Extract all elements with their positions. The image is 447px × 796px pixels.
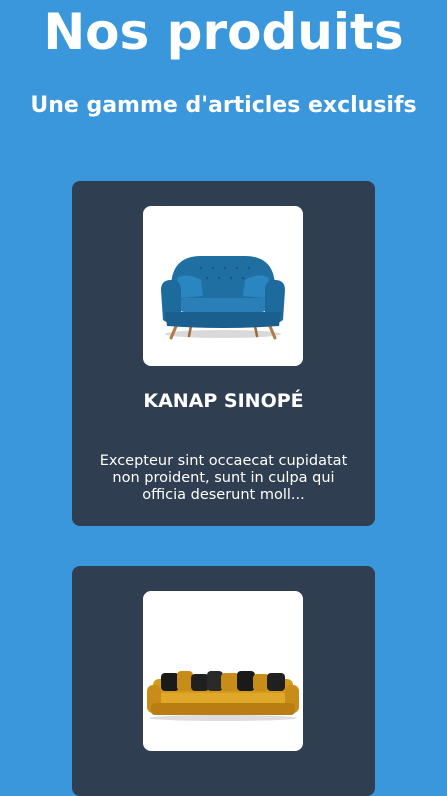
product-image[interactable] (143, 591, 303, 751)
yellow-sofa-image (147, 671, 299, 721)
product-description: Excepteur sint occaecat cupidatat non pr… (99, 453, 348, 503)
product-card[interactable]: KANAP SINOPÉ Excepteur sint occaecat cup… (72, 181, 375, 526)
product-name[interactable]: KANAP SINOPÉ (72, 389, 375, 413)
product-card[interactable] (72, 566, 375, 796)
blue-sofa-image (161, 256, 285, 340)
product-image[interactable] (143, 206, 303, 366)
page-title: Nos produits (43, 3, 404, 61)
page-subtitle: Une gamme d'articles exclusifs (30, 93, 417, 118)
